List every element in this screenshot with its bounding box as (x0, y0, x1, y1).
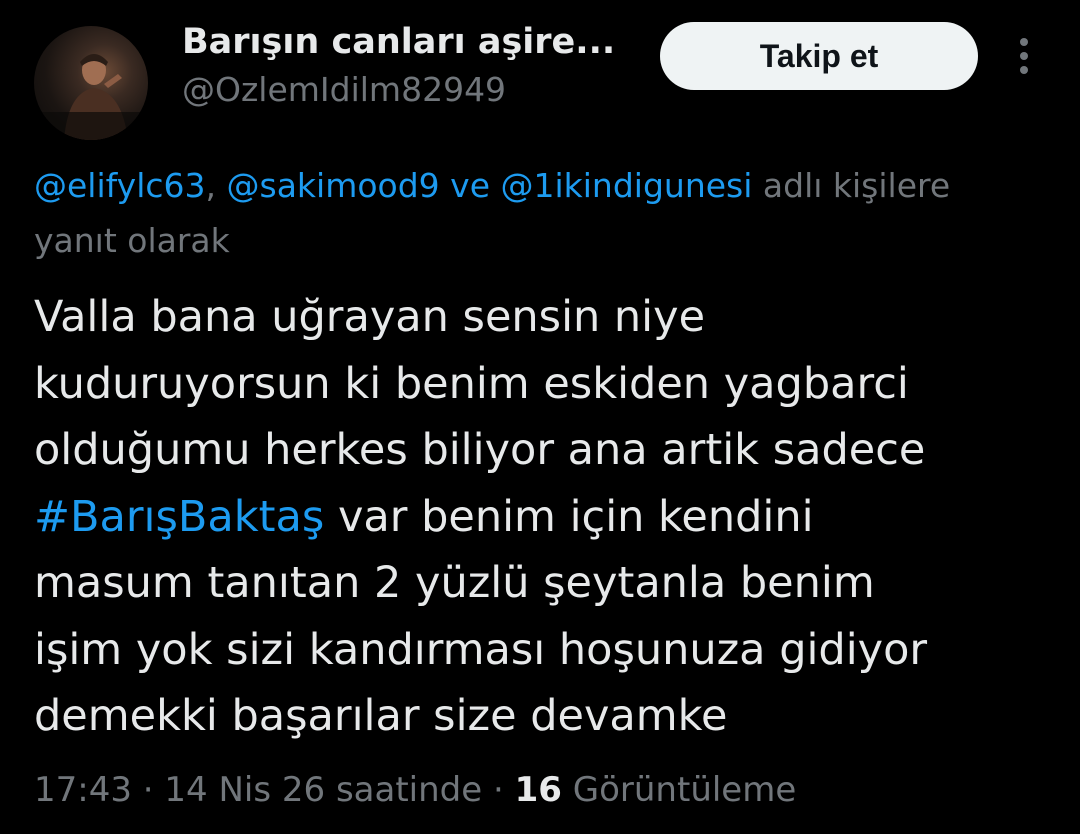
follow-button[interactable]: Takip et (660, 22, 978, 90)
mention-link[interactable]: @sakimood9 (227, 166, 440, 205)
reply-context-line-2: yanıt olarak (34, 221, 230, 260)
tweet-meta: 17:43 · 14 Nis 26 saatinde · 16 Görüntül… (34, 770, 796, 810)
reply-suffix: adlı kişilere (752, 166, 951, 205)
tweet-line-rest: var benim için kendini (324, 491, 814, 542)
separator: , (205, 166, 227, 205)
reply-context: @elifylc63, @sakimood9 ve @1ikindigunesi… (34, 158, 1080, 268)
reply-context-line-1: @elifylc63, @sakimood9 ve @1ikindigunesi… (34, 158, 1080, 213)
tweet-line: masum tanıtan 2 yüzlü şeytanla benim (34, 558, 875, 608)
tweet-line: olduğumu herkes biliyor ana artik sadece (34, 425, 926, 475)
mention-link[interactable]: @elifylc63 (34, 166, 206, 205)
meta-separator: · (482, 770, 515, 810)
tweet-time[interactable]: 17:43 (34, 770, 132, 810)
meta-separator: · (131, 770, 165, 810)
hashtag-link[interactable]: #BarışBaktaş (34, 492, 324, 542)
tweet-line: Valla bana uğrayan sensin niye (34, 292, 706, 342)
tweet-line: kuduruyorsun ki benim eskiden yagbarci (34, 358, 909, 409)
separator: ve (439, 166, 501, 205)
views-count[interactable]: 16 (515, 770, 562, 810)
tweet-line: #BarışBaktaş var benim için kendini (34, 484, 1064, 551)
tweet-date[interactable]: 14 Nis 26 saatinde (164, 770, 482, 810)
mention-link[interactable]: @1ikindigunesi (500, 166, 752, 205)
avatar[interactable] (34, 26, 148, 140)
avatar-image (34, 54, 148, 140)
display-name[interactable]: Barışın canları aşire... (182, 22, 615, 62)
views-label: Görüntüleme (561, 770, 797, 810)
more-vertical-icon[interactable] (1008, 36, 1040, 76)
tweet-text: Valla bana uğrayan sensin niye kuduruyor… (34, 284, 1064, 750)
tweet-line: işim yok sizi kandırması hoşunuza gidiyo… (34, 624, 928, 675)
tweet-line: demekki başarılar size devamke (34, 691, 728, 741)
user-handle[interactable]: @OzlemIdilm82949 (182, 70, 506, 109)
